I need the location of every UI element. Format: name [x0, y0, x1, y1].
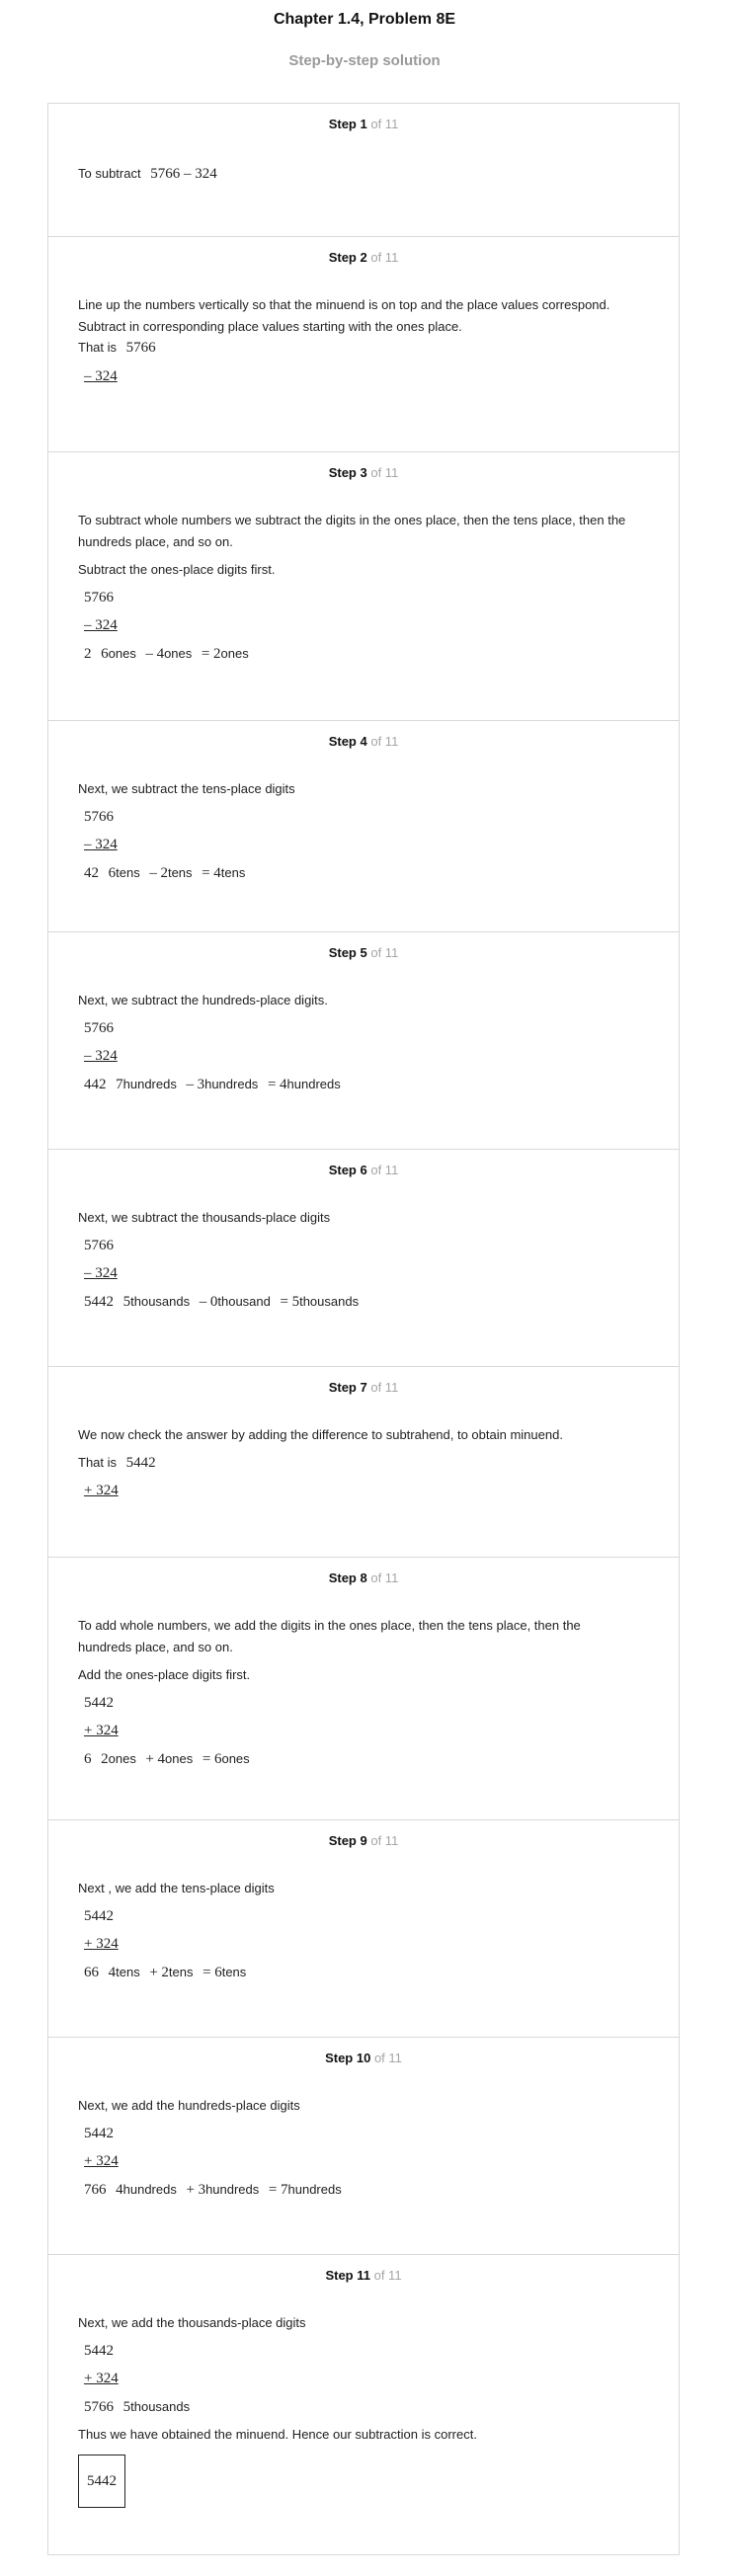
step-11: Step 11 of 11 Next, we add the thousands… — [48, 2254, 679, 2554]
step-text: Next, we subtract the tens-place digits — [78, 781, 295, 796]
step-text: To subtract whole numbers we subtract th… — [78, 513, 626, 549]
page-subtitle: Step-by-step solution — [288, 52, 441, 69]
step-heading: Step 7 of 11 — [328, 1380, 399, 1395]
step-heading: Step 4 of 11 — [328, 734, 399, 749]
step-text: Thus we have obtained the minuend. Hence… — [78, 2427, 477, 2442]
step-text: That is 5442 — [78, 1455, 156, 1471]
final-answer-box: 5442 — [78, 2455, 125, 2508]
minuend: 5766 — [84, 1238, 114, 1253]
step-text: That is 5766 — [78, 340, 156, 356]
augend: 5442 — [84, 1695, 114, 1711]
subtrahend: – 324 — [84, 1048, 118, 1064]
step-5: Step 5 of 11 Next, we subtract the hundr… — [48, 931, 679, 1149]
step-text: Subtract the ones-place digits first. — [78, 562, 276, 577]
step-text: Next, we subtract the thousands-place di… — [78, 1210, 331, 1225]
addend: + 324 — [84, 2153, 119, 2169]
step-heading: Step 1 of 11 — [328, 117, 399, 131]
step-heading: Step 9 of 11 — [328, 1833, 399, 1848]
step-text: To add whole numbers, we add the digits … — [78, 1618, 581, 1654]
addend: + 324 — [84, 1936, 119, 1952]
step-text: Next, we add the hundreds-place digits — [78, 2098, 300, 2113]
step-2: Step 2 of 11 Line up the numbers vertica… — [48, 236, 679, 451]
addend: + 324 — [84, 2371, 119, 2386]
place-computation: 2 6ones – 4ones = 2ones — [84, 646, 249, 662]
place-computation: 766 4hundreds + 3hundreds = 7hundreds — [84, 2182, 342, 2198]
augend: 5442 — [84, 1908, 114, 1924]
step-heading: Step 3 of 11 — [328, 465, 399, 480]
step-7: Step 7 of 11 We now check the answer by … — [48, 1366, 679, 1557]
step-9: Step 9 of 11 Next , we add the tens-plac… — [48, 1819, 679, 2037]
place-computation: 66 4tens + 2tens = 6tens — [84, 1965, 247, 1980]
subtrahend: – 324 — [84, 368, 118, 384]
place-computation: 442 7hundreds – 3hundreds = 4hundreds — [84, 1077, 341, 1092]
minuend: 5766 — [84, 1020, 114, 1036]
step-text: We now check the answer by adding the di… — [78, 1427, 563, 1442]
subtrahend: – 324 — [84, 617, 118, 633]
step-text: To subtract 5766 – 324 — [78, 166, 217, 182]
step-heading: Step 10 of 11 — [325, 2051, 402, 2065]
step-text: Next, we add the thousands-place digits — [78, 2315, 306, 2330]
step-6: Step 6 of 11 Next, we subtract the thous… — [48, 1149, 679, 1366]
page-title: Chapter 1.4, Problem 8E — [273, 11, 456, 28]
subtrahend: – 324 — [84, 837, 118, 852]
step-heading: Step 2 of 11 — [328, 250, 399, 265]
step-text: Line up the numbers vertically so that t… — [78, 297, 610, 334]
minuend: 5766 — [84, 809, 114, 825]
step-text: Add the ones-place digits first. — [78, 1667, 251, 1682]
step-8: Step 8 of 11 To add whole numbers, we ad… — [48, 1557, 679, 1819]
step-text: Next , we add the tens-place digits — [78, 1881, 275, 1895]
step-heading: Step 8 of 11 — [328, 1570, 399, 1585]
step-3: Step 3 of 11 To subtract whole numbers w… — [48, 451, 679, 720]
step-1: Step 1 of 11 To subtract 5766 – 324 — [48, 104, 679, 236]
addend: + 324 — [84, 1483, 119, 1498]
solution-steps: Step 1 of 11 To subtract 5766 – 324 Step… — [47, 103, 680, 2555]
place-computation: 6 2ones + 4ones = 6ones — [84, 1751, 250, 1767]
step-heading: Step 6 of 11 — [328, 1163, 399, 1177]
place-computation: 5766 5thousands — [84, 2399, 191, 2415]
step-heading: Step 5 of 11 — [328, 945, 399, 960]
place-computation: 5442 5thousands – 0thousand = 5thousands — [84, 1294, 360, 1310]
step-text: Next, we subtract the hundreds-place dig… — [78, 993, 328, 1007]
minuend: 5766 — [84, 590, 114, 605]
step-heading: Step 11 of 11 — [325, 2268, 402, 2283]
addend: + 324 — [84, 1723, 119, 1738]
place-computation: 42 6tens – 2tens = 4tens — [84, 865, 246, 881]
step-4: Step 4 of 11 Next, we subtract the tens-… — [48, 720, 679, 931]
subtrahend: – 324 — [84, 1265, 118, 1281]
step-10: Step 10 of 11 Next, we add the hundreds-… — [48, 2037, 679, 2254]
augend: 5442 — [84, 2343, 114, 2359]
augend: 5442 — [84, 2126, 114, 2141]
